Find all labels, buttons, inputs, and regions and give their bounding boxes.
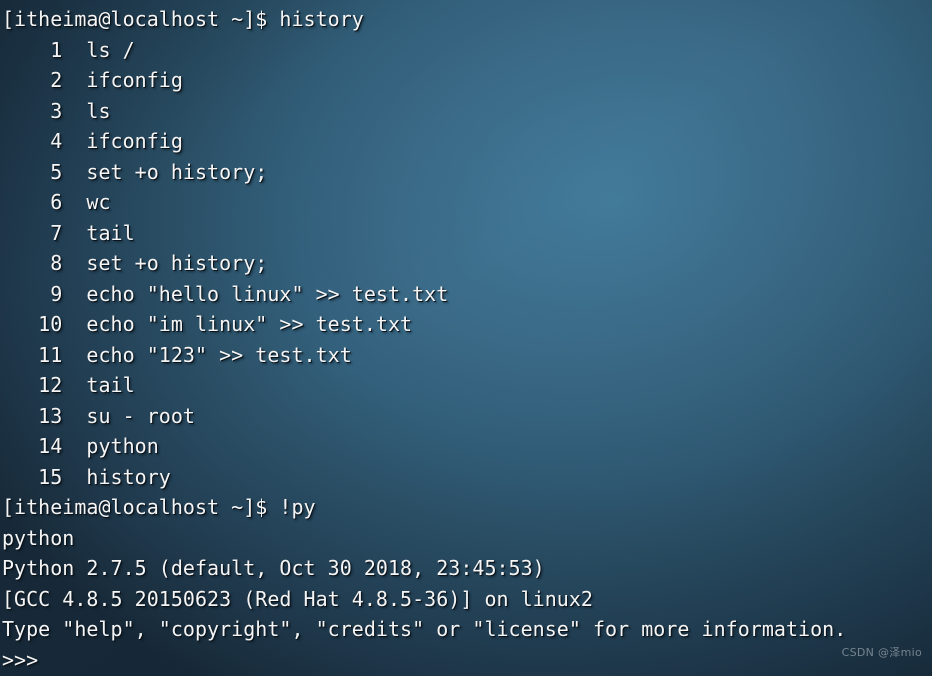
history-entry-5: 5 set +o history;: [2, 159, 268, 184]
history-entry-3: 3 ls: [2, 98, 111, 123]
history-entry-6: 6 wc: [2, 190, 111, 214]
python-banner-help: Type "help", "copyright", "credits" or "…: [2, 617, 847, 641]
csdn-watermark: CSDN @泽mio: [841, 645, 922, 659]
history-entry-8: 8 set +o history;: [2, 251, 268, 275]
history-entry-15: 15 history: [2, 464, 171, 489]
terminal-line-expanded-command: python: [2, 525, 75, 550]
terminal-line-prompt-history: [itheima@localhost ~]$ history: [2, 7, 364, 31]
history-entry-7: 7 tail: [2, 220, 135, 245]
terminal-screen[interactable]: [itheima@localhost ~]$ history 1 ls / 2 …: [0, 0, 932, 675]
history-entry-2: 2 ifconfig: [2, 68, 183, 92]
history-entry-13: 13 su - root: [2, 403, 195, 428]
terminal-window[interactable]: [itheima@localhost ~]$ history 1 ls / 2 …: [0, 0, 932, 676]
python-repl-prompt[interactable]: >>>: [2, 645, 932, 676]
history-entry-14: 14 python: [2, 434, 159, 458]
python-banner-build: [GCC 4.8.5 20150623 (Red Hat 4.8.5-36)] …: [2, 586, 593, 611]
history-entry-1: 1 ls /: [2, 37, 135, 62]
history-entry-11: 11 echo "123" >> test.txt: [2, 342, 352, 367]
history-entry-12: 12 tail: [2, 373, 135, 397]
python-banner-version: Python 2.7.5 (default, Oct 30 2018, 23:4…: [2, 556, 545, 580]
history-entry-10: 10 echo "im linux" >> test.txt: [2, 312, 413, 336]
history-entry-4: 4 ifconfig: [2, 129, 183, 153]
history-entry-9: 9 echo "hello linux" >> test.txt: [2, 281, 449, 306]
terminal-line-prompt-bang-py: [itheima@localhost ~]$ !py: [2, 495, 316, 519]
